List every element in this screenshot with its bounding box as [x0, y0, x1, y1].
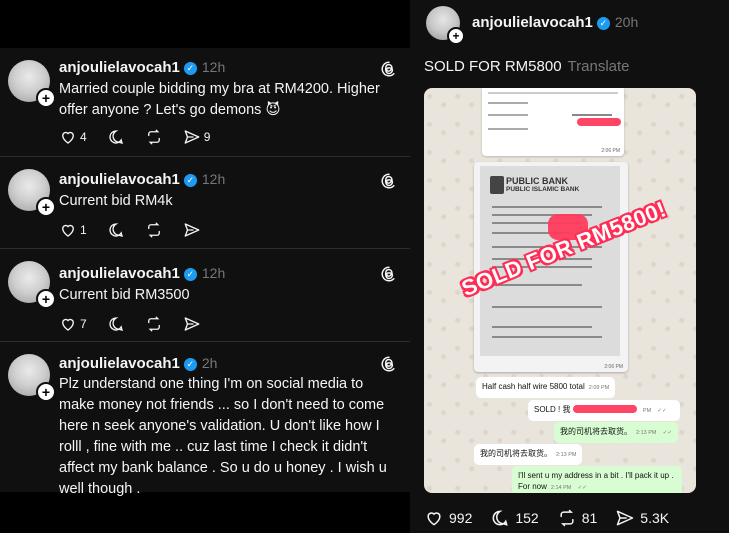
post-username[interactable]: anjoulielavocah1	[472, 14, 593, 31]
redaction-scribble	[572, 405, 637, 413]
post-text: Married couple bidding my bra at RM4200.…	[59, 81, 380, 118]
like-button[interactable]: 4	[59, 128, 87, 146]
threads-feed: + anjoulielavocah1 ✓ 12h Married couple bi…	[0, 0, 410, 533]
post-text: Current bid RM3500	[59, 287, 190, 303]
threads-post-detail: + anjoulielavocah1 ✓ 20h SOLD FOR RM5800 Tr…	[410, 0, 729, 533]
threads-logo-icon	[381, 61, 395, 77]
post-actions: 992 152 81 5.3K	[424, 508, 687, 528]
message-time: 2:06 PM	[604, 364, 623, 370]
verified-badge-icon: ✓	[596, 17, 610, 30]
comment-icon	[492, 510, 509, 526]
reply-button[interactable]	[107, 128, 125, 146]
send-icon	[617, 510, 634, 526]
like-count: 4	[80, 130, 87, 144]
comment-icon	[109, 317, 123, 331]
follow-plus-icon[interactable]: +	[36, 197, 56, 217]
like-button[interactable]: 7	[59, 315, 87, 333]
send-icon	[184, 130, 200, 144]
like-count: 992	[449, 510, 473, 526]
post-time: 12h	[201, 59, 226, 75]
avatar[interactable]: +	[8, 169, 56, 217]
reply-button[interactable]: 152	[490, 508, 539, 528]
threads-logo-icon	[381, 173, 395, 189]
reply-button[interactable]	[107, 315, 125, 333]
send-icon	[184, 223, 200, 237]
threads-logo-icon	[381, 356, 395, 372]
post-actions: 7	[59, 314, 221, 334]
post-text: SOLD FOR RM5800	[424, 58, 562, 75]
verified-badge-icon: ✓	[183, 62, 197, 75]
like-button[interactable]: 1	[59, 221, 87, 239]
follow-plus-icon[interactable]: +	[447, 27, 465, 45]
share-button[interactable]: 9	[183, 128, 211, 146]
share-count: 9	[203, 130, 211, 144]
share-button[interactable]	[183, 221, 201, 239]
bank-transfer-screenshot: 2:06 PM	[482, 88, 624, 156]
redaction-scribble	[577, 118, 621, 126]
share-button[interactable]	[183, 315, 201, 333]
reply-button[interactable]	[107, 221, 125, 239]
like-button[interactable]: 992	[424, 508, 472, 528]
message-time: 2:06 PM	[601, 148, 620, 154]
chat-bubble: 我的司机将去取货。 2:13 PM ✓✓	[554, 422, 678, 443]
post[interactable]: + anjoulielavocah1 ✓ 12h Married couple bi…	[0, 48, 410, 156]
chat-bubble: 我的司机将去取货。 2:13 PM	[474, 444, 583, 465]
post-text: Current bid RM4k	[59, 193, 173, 209]
avatar[interactable]: +	[426, 6, 465, 45]
share-count: 5.3K	[640, 510, 670, 526]
avatar[interactable]: +	[8, 261, 56, 309]
follow-plus-icon[interactable]: +	[36, 88, 56, 108]
repost-icon	[560, 509, 574, 527]
post[interactable]: + anjoulielavocah1 ✓ 12h Current bid RM4k …	[0, 157, 410, 248]
post-time: 20h	[614, 14, 639, 30]
post-time: 12h	[201, 171, 226, 187]
comment-icon	[109, 223, 123, 237]
post[interactable]: + anjoulielavocah1 ✓ 2h Plz understand one…	[0, 342, 410, 497]
repost-icon	[147, 222, 160, 238]
repost-button[interactable]	[145, 128, 163, 146]
post-time: 12h	[201, 265, 226, 281]
share-button[interactable]: 5.3K	[615, 508, 669, 528]
repost-button[interactable]	[145, 221, 163, 239]
post-time: 2h	[201, 355, 218, 371]
repost-icon	[147, 316, 160, 332]
reply-count: 152	[515, 510, 539, 526]
verified-badge-icon: ✓	[183, 358, 197, 371]
chat-bubble: Half cash half wire 5800 total 2:09 PM	[476, 377, 616, 398]
post-username[interactable]: anjoulielavocah1	[59, 265, 180, 282]
like-count: 7	[80, 317, 87, 331]
post-actions: 4 9	[59, 127, 230, 147]
post-username[interactable]: anjoulielavocah1	[59, 59, 180, 76]
heart-icon	[62, 318, 74, 331]
verified-badge-icon: ✓	[183, 268, 197, 281]
post-image[interactable]: 2:06 PM PUBLIC BANK PUBLIC ISLAMIC BANK	[424, 88, 696, 493]
threads-logo-icon	[381, 266, 395, 282]
post[interactable]: + anjoulielavocah1 ✓ 12h Current bid RM350…	[0, 249, 410, 341]
send-icon	[184, 317, 200, 331]
comment-icon	[109, 130, 123, 144]
post-actions: 1	[59, 220, 221, 240]
bank-logo-icon	[490, 176, 504, 194]
avatar[interactable]: +	[8, 354, 56, 402]
repost-button[interactable]: 81	[557, 508, 598, 528]
heart-icon	[427, 512, 441, 526]
avatar[interactable]: +	[8, 60, 56, 108]
bank-name: PUBLIC BANK	[506, 176, 568, 186]
post-text: Plz understand one thing I'm on social m…	[59, 376, 387, 497]
heart-icon	[62, 224, 74, 237]
follow-plus-icon[interactable]: +	[36, 289, 56, 309]
repost-button[interactable]	[145, 315, 163, 333]
chat-bubble: I'll sent u my address in a bit . I'll p…	[512, 466, 682, 493]
heart-icon	[62, 131, 74, 144]
chat-bubble: SOLD ! 我 PM ✓✓	[528, 400, 680, 421]
bank-subname: PUBLIC ISLAMIC BANK	[506, 186, 580, 193]
post-username[interactable]: anjoulielavocah1	[59, 355, 180, 372]
follow-plus-icon[interactable]: +	[36, 382, 56, 402]
like-count: 1	[80, 223, 87, 237]
translate-link[interactable]: Translate	[568, 58, 630, 75]
repost-count: 81	[581, 510, 598, 526]
post-username[interactable]: anjoulielavocah1	[59, 171, 180, 188]
repost-icon	[147, 129, 160, 145]
verified-badge-icon: ✓	[183, 174, 197, 187]
